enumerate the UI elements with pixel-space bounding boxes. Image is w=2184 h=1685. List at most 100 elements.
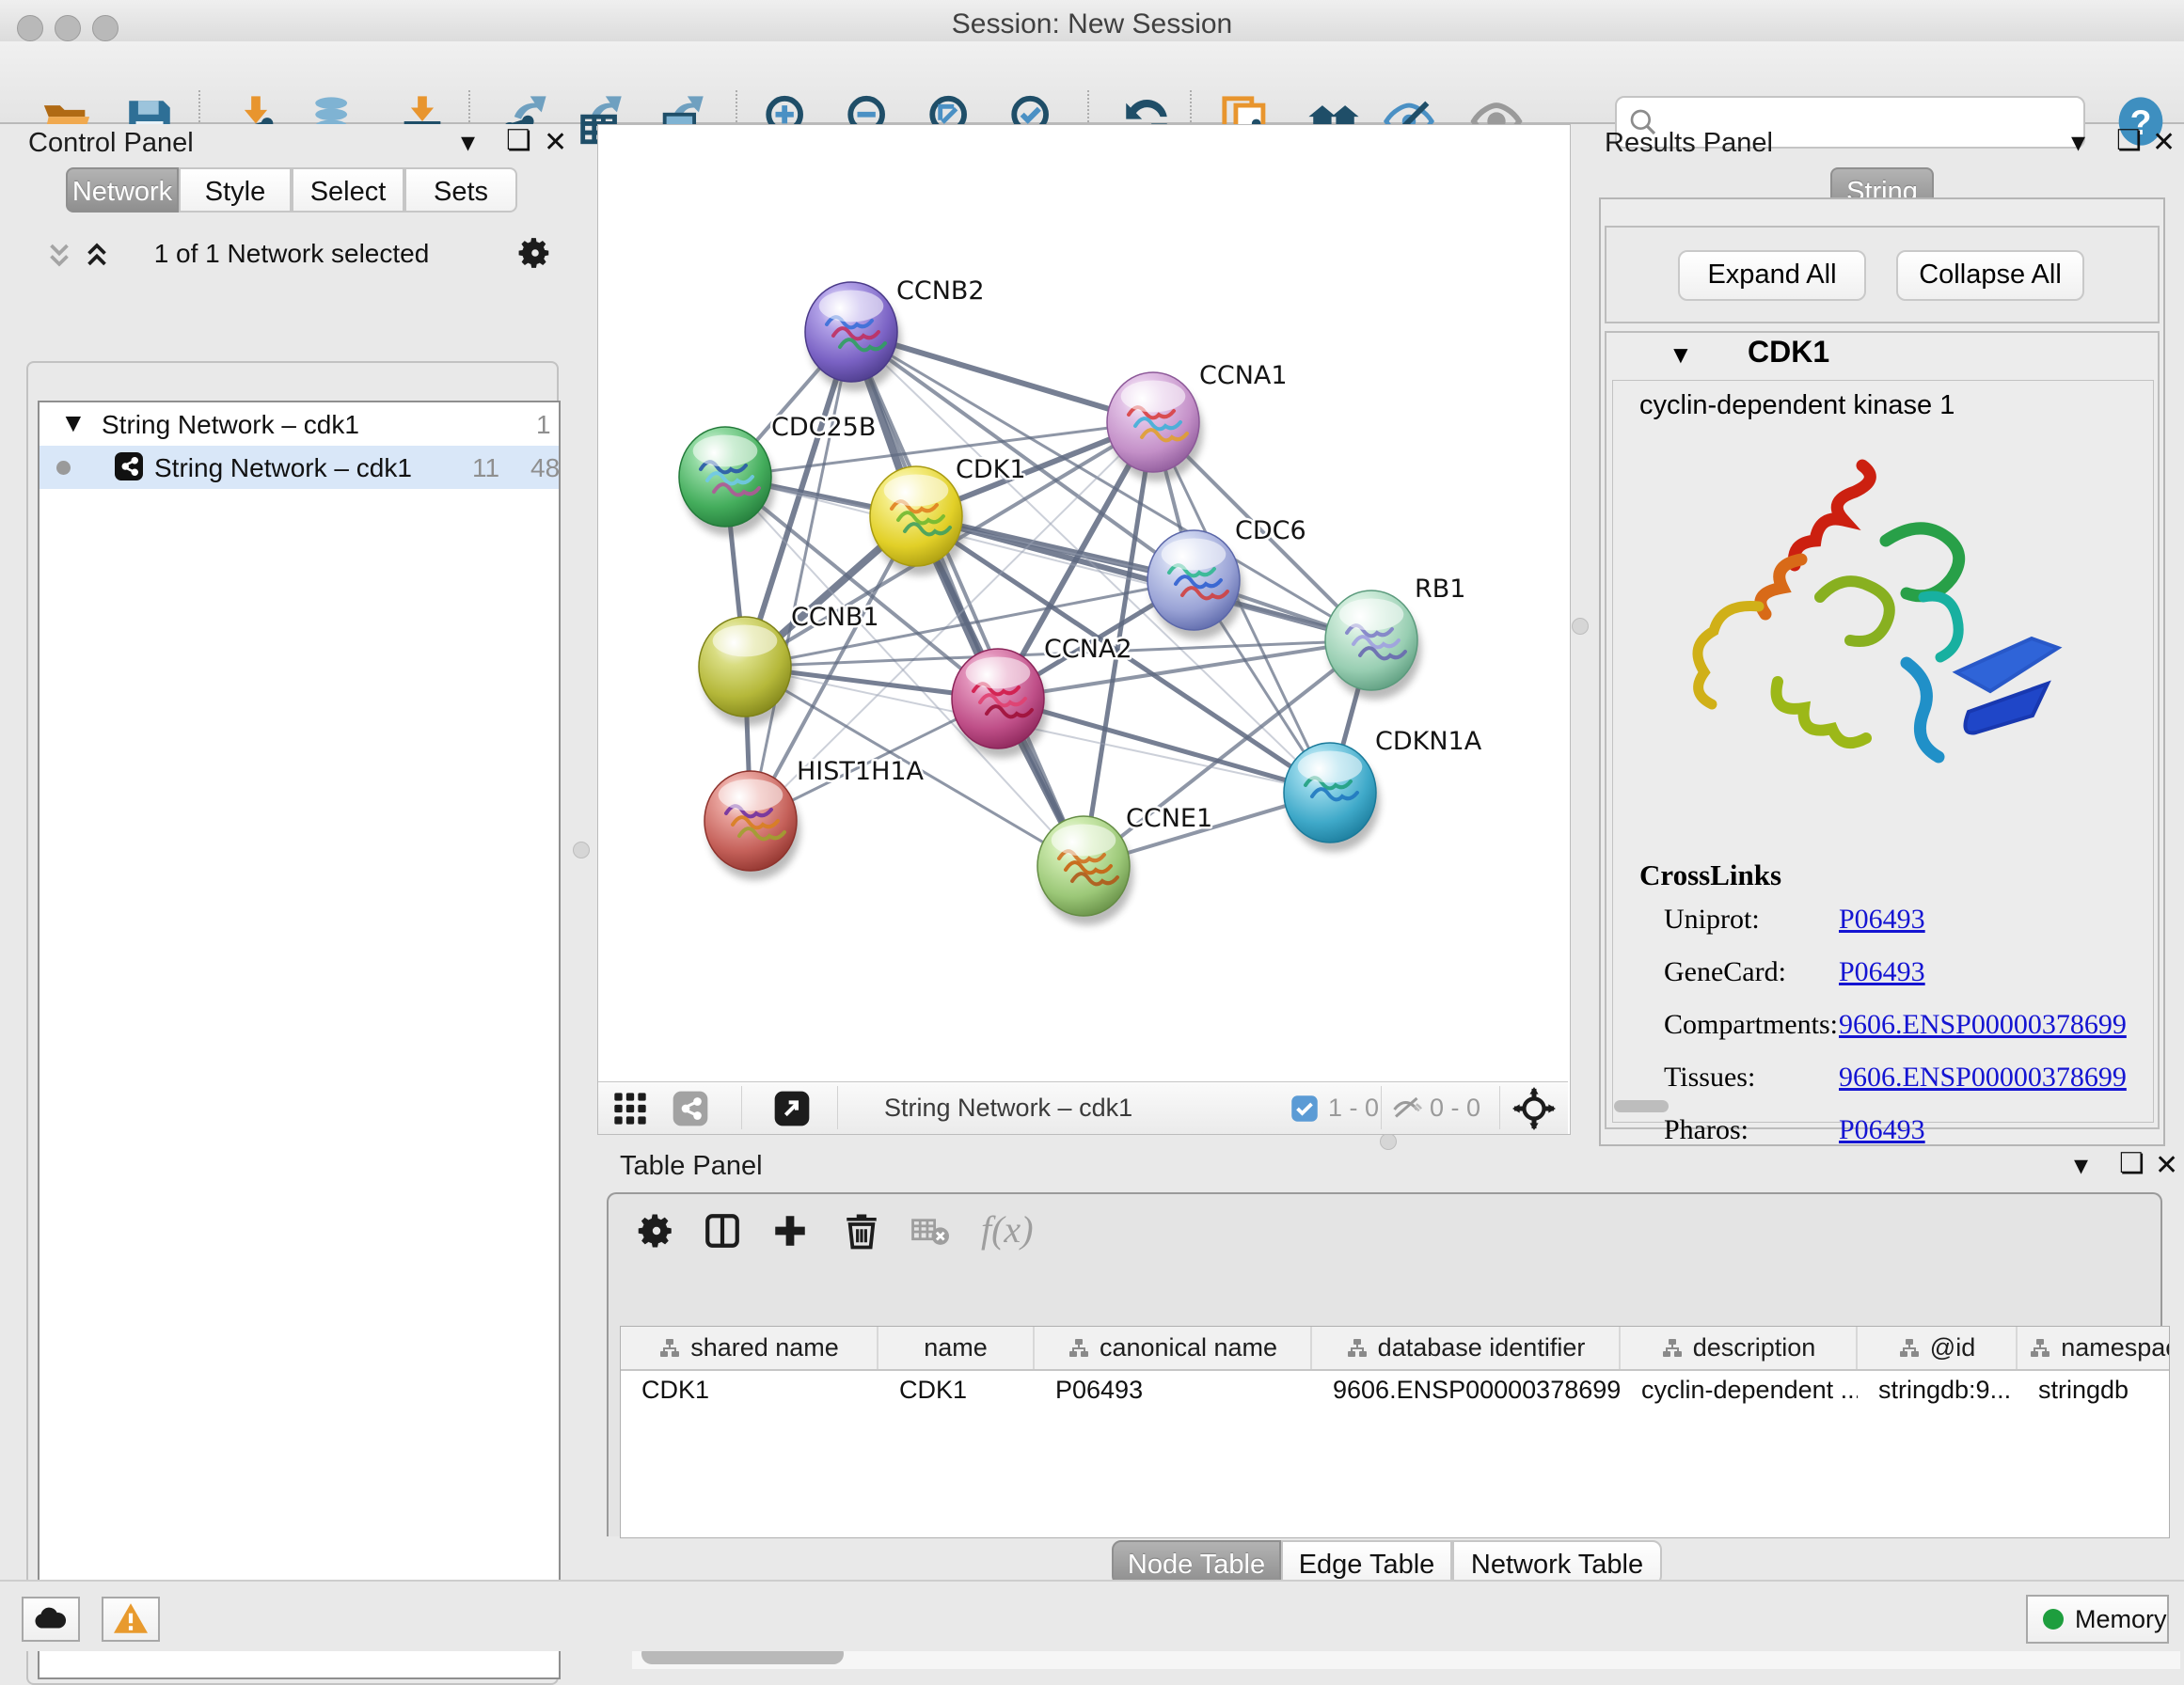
node-CCNA1[interactable]	[1107, 372, 1203, 481]
cell-description[interactable]: cyclin-dependent ...	[1621, 1371, 1858, 1412]
column-header-description[interactable]: description	[1621, 1327, 1858, 1369]
node-CDC6[interactable]	[1147, 530, 1243, 639]
network-share-icon[interactable]	[672, 1090, 709, 1127]
cell-name[interactable]: CDK1	[878, 1371, 1035, 1412]
column-header-name[interactable]: name	[878, 1327, 1035, 1369]
network-view[interactable]: CCNB2CCNA1CDC25BCDK1CDC6RB1CCNB1CCNA2CDK…	[597, 124, 1571, 1135]
cell-database-identifier[interactable]: 9606.ENSP00000378699	[1312, 1371, 1621, 1412]
network-tree: ▼ String Network – cdk1 1 String Network…	[38, 401, 561, 1679]
node-CDK1[interactable]	[870, 466, 966, 575]
expand-all-button[interactable]: Expand All	[1678, 250, 1866, 301]
expand-all-tree-icon[interactable]	[43, 239, 75, 271]
network-edge-count: 48	[530, 453, 560, 483]
collection-expand-icon[interactable]: ▼	[60, 408, 87, 438]
results-hscroll-thumb[interactable]	[1614, 1100, 1669, 1112]
crosslink-label: Compartments:	[1664, 1009, 1838, 1041]
show-columns-icon[interactable]	[703, 1211, 742, 1251]
network-options-gear-icon[interactable]	[517, 235, 553, 271]
cell-@id[interactable]: stringdb:9...	[1858, 1371, 2018, 1412]
network-view-toolbar: String Network – cdk1 1 - 0 0 - 0	[598, 1081, 1568, 1134]
cloud-icon	[34, 1604, 68, 1632]
entry-collapse-icon[interactable]: ▼	[1669, 340, 1693, 370]
network-node-count: 11	[472, 453, 499, 483]
collection-count: 1	[536, 410, 551, 440]
float-panel-icon[interactable]: ▾	[2071, 126, 2085, 159]
tab-network[interactable]: Network	[66, 167, 179, 213]
collapse-all-button[interactable]: Collapse All	[1896, 250, 2084, 301]
selected-checkbox-icon[interactable]	[1290, 1094, 1319, 1123]
vertical-splitter-grip[interactable]	[573, 842, 590, 858]
horizontal-splitter-grip[interactable]	[1380, 1133, 1397, 1150]
node-CCNB2[interactable]	[805, 282, 901, 391]
entry-body: cyclin-dependent kinase 1	[1612, 380, 2154, 1123]
table-options-gear-icon[interactable]	[637, 1211, 676, 1251]
collapse-all-tree-icon[interactable]	[81, 239, 113, 271]
birdseye-grid-icon[interactable]	[611, 1090, 649, 1127]
node-HIST1H1A[interactable]	[704, 771, 800, 880]
node-RB1[interactable]	[1325, 591, 1421, 700]
results-panel-title: Results Panel	[1605, 128, 1773, 159]
close-panel-icon[interactable]: ✕	[2152, 126, 2176, 159]
column-header-database-identifier[interactable]: database identifier	[1312, 1327, 1621, 1369]
table-panel-title: Table Panel	[620, 1151, 763, 1182]
delete-column-trash-icon[interactable]	[842, 1211, 881, 1251]
open-in-window-icon[interactable]	[773, 1090, 811, 1127]
node-label-HIST1H1A: HIST1H1A	[797, 757, 925, 786]
network-canvas[interactable]: CCNB2CCNA1CDC25BCDK1CDC6RB1CCNB1CCNA2CDK…	[598, 125, 1568, 1081]
memory-status-dot	[2043, 1609, 2064, 1630]
network-collection-row[interactable]: ▼ String Network – cdk1 1	[40, 402, 559, 446]
column-header-shared-name[interactable]: shared name	[621, 1327, 878, 1369]
node-CCNE1[interactable]	[1037, 816, 1133, 925]
warnings-button[interactable]	[102, 1597, 160, 1642]
dock-panel-icon[interactable]: ❏	[2119, 1147, 2144, 1180]
vertical-splitter-grip[interactable]	[1572, 618, 1589, 635]
cell-shared-name[interactable]: CDK1	[621, 1371, 878, 1412]
edge-CCNB2-HIST1H1A[interactable]	[751, 332, 851, 821]
node-CDKN1A[interactable]	[1284, 743, 1380, 852]
warning-icon	[114, 1603, 148, 1633]
float-panel-icon[interactable]: ▾	[2074, 1149, 2088, 1182]
control-panel-title: Control Panel	[28, 128, 194, 159]
crosslink-row: Tissues:9606.ENSP00000378699	[1664, 1062, 2145, 1114]
node-label-CDKN1A: CDKN1A	[1375, 727, 1482, 756]
node-CDC25B[interactable]	[679, 427, 775, 536]
main-toolbar: ?	[0, 41, 2184, 124]
pan-crosshair-icon[interactable]	[1512, 1087, 1556, 1130]
tab-sets[interactable]: Sets	[404, 167, 517, 213]
float-panel-icon[interactable]: ▾	[461, 126, 475, 159]
tab-select[interactable]: Select	[292, 167, 404, 213]
node-label-CCNA1: CCNA1	[1199, 361, 1288, 390]
column-header-@id[interactable]: @id	[1858, 1327, 2018, 1369]
dock-panel-icon[interactable]: ❏	[2116, 124, 2142, 157]
crosslink-value[interactable]: 9606.ENSP00000378699	[1839, 1009, 2127, 1041]
crosslink-row: Compartments:9606.ENSP00000378699	[1664, 1009, 2145, 1062]
crosslink-value[interactable]: 9606.ENSP00000378699	[1839, 1062, 2127, 1094]
cell-canonical-name[interactable]: P06493	[1035, 1371, 1312, 1412]
tab-node-table[interactable]: Node Table	[1112, 1540, 1281, 1585]
add-column-icon[interactable]	[770, 1211, 810, 1251]
crosslink-value[interactable]: P06493	[1839, 956, 1925, 988]
memory-button[interactable]: Memory	[2026, 1595, 2169, 1644]
column-header-namespace[interactable]: namespace	[2018, 1327, 2169, 1369]
table-header-row: shared namenamecanonical namedatabase id…	[621, 1327, 2169, 1371]
footer-separator	[1499, 1086, 1500, 1129]
node-label-CDC25B: CDC25B	[771, 413, 876, 442]
crosslink-value[interactable]: P06493	[1839, 904, 1925, 936]
network-row[interactable]: String Network – cdk1 11 48	[40, 446, 559, 489]
column-header-canonical-name[interactable]: canonical name	[1035, 1327, 1312, 1369]
close-panel-icon[interactable]: ✕	[544, 126, 567, 159]
tab-network-table[interactable]: Network Table	[1452, 1540, 1662, 1585]
cell-namespace[interactable]: stringdb	[2018, 1371, 2169, 1412]
cloud-button[interactable]	[22, 1597, 80, 1642]
crosslink-value[interactable]: P06493	[1839, 1114, 1925, 1146]
table-row[interactable]: CDK1CDK1P064939606.ENSP00000378699cyclin…	[621, 1371, 2169, 1412]
crosslink-label: GeneCard:	[1664, 956, 1786, 988]
node-CCNA2[interactable]	[952, 649, 1048, 758]
dock-panel-icon[interactable]: ❏	[506, 124, 531, 157]
protein-structure-image	[1670, 447, 2093, 823]
function-builder-icon: f(x)	[981, 1207, 1034, 1252]
tab-style[interactable]: Style	[179, 167, 292, 213]
control-panel-tabs: NetworkStyleSelectSets	[66, 167, 517, 213]
close-panel-icon[interactable]: ✕	[2155, 1149, 2178, 1182]
tab-edge-table[interactable]: Edge Table	[1281, 1540, 1452, 1585]
